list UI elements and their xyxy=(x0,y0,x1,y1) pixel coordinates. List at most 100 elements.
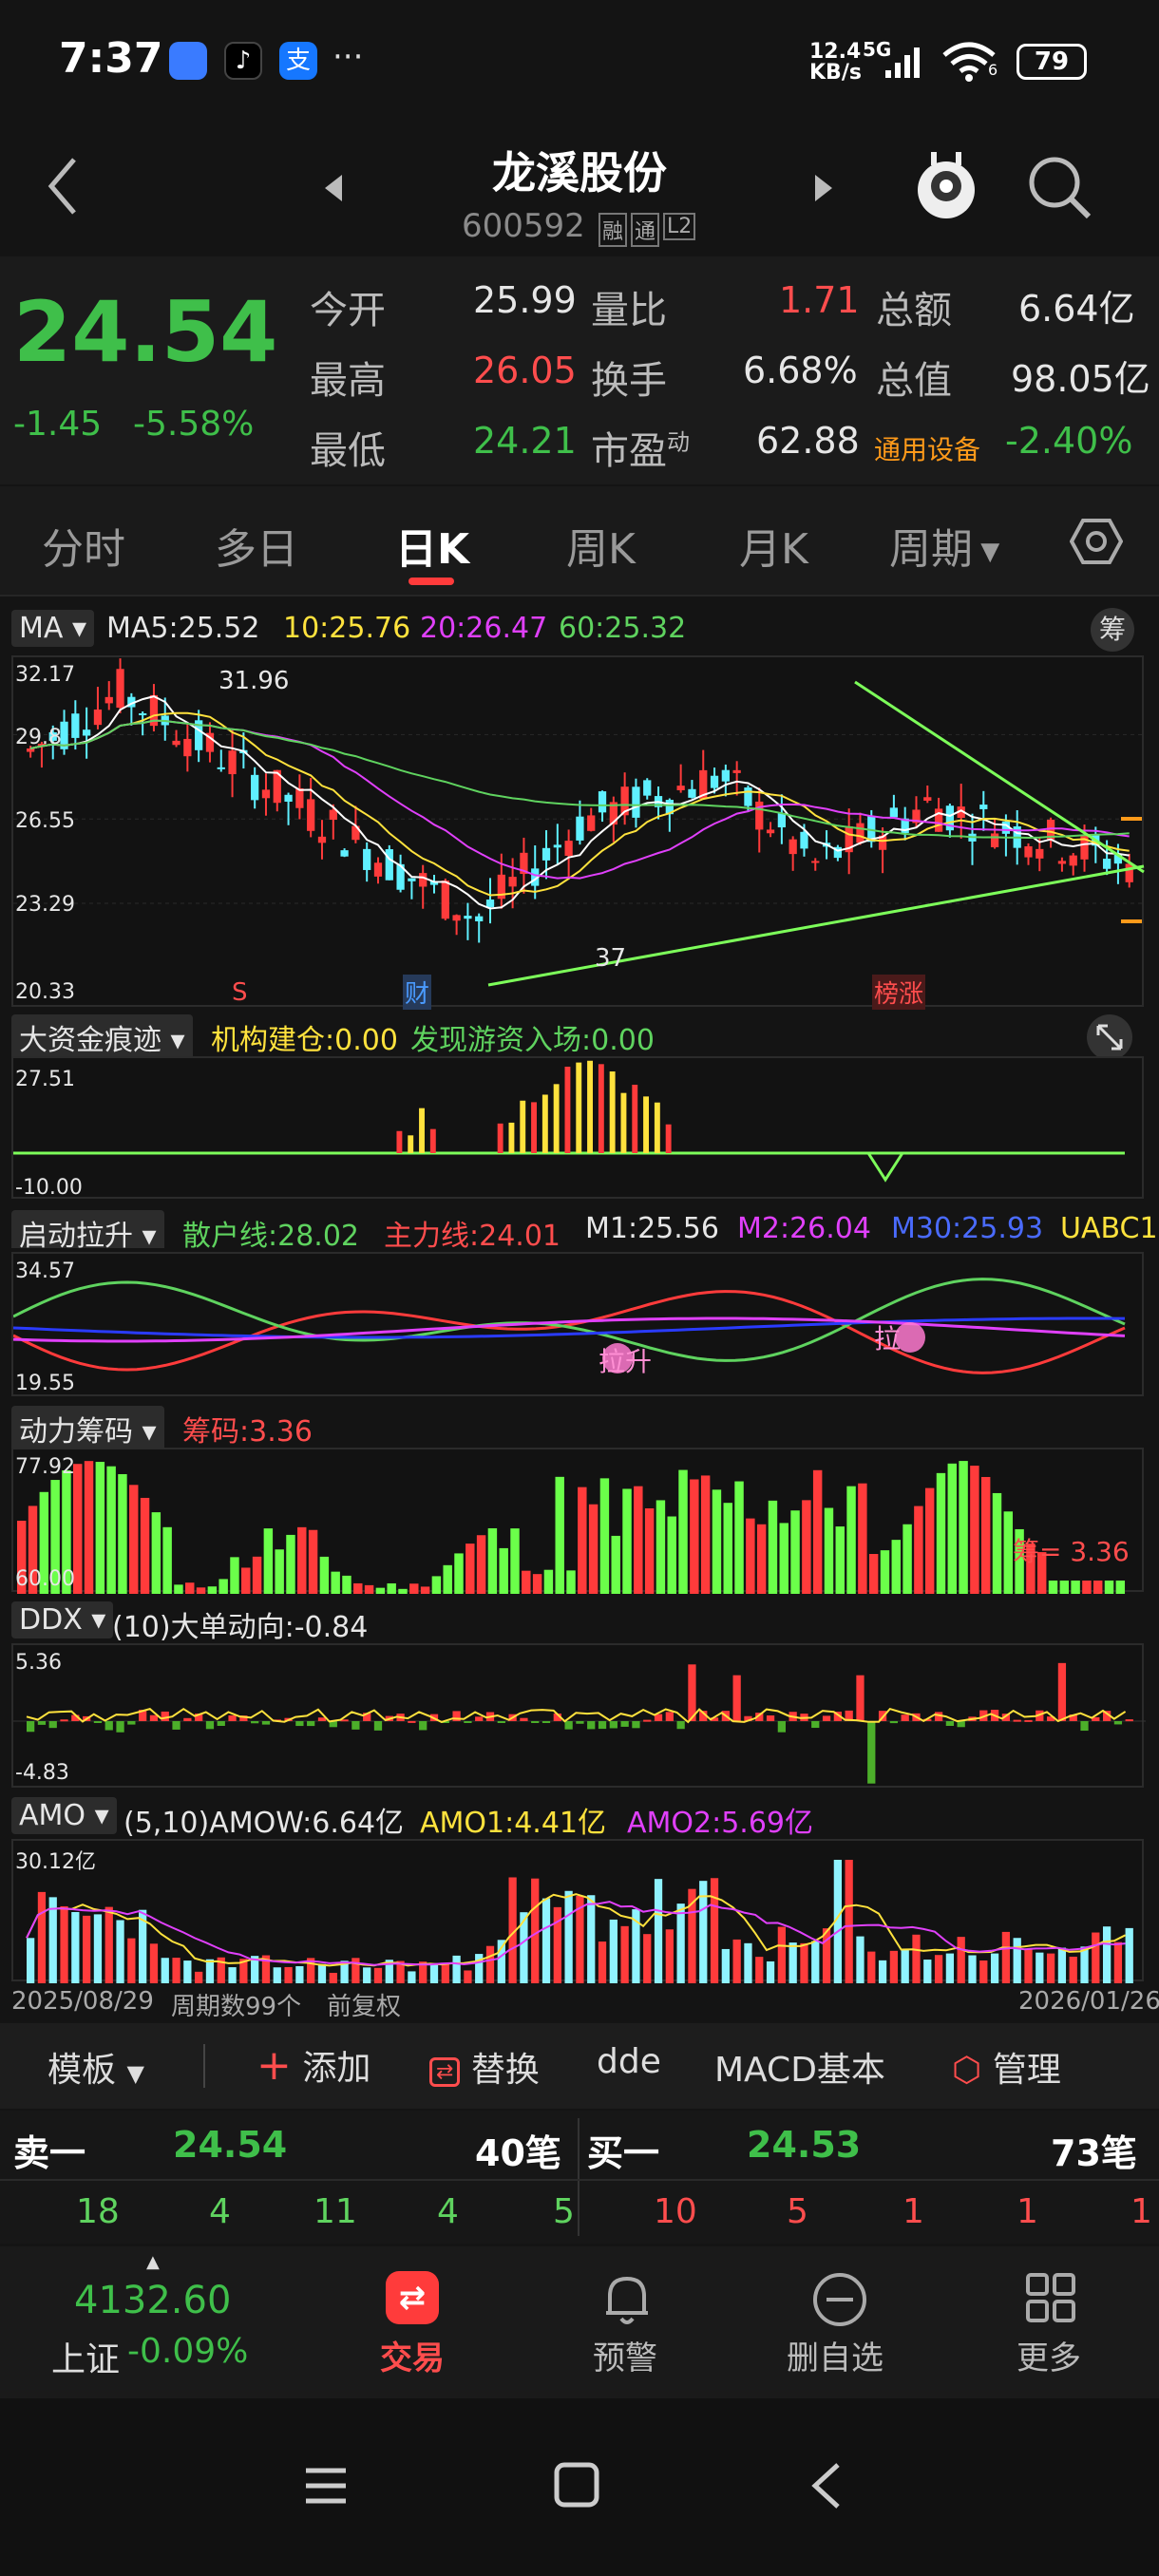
macd-button[interactable]: MACD基本 xyxy=(714,2042,885,2092)
replace-indicator-button[interactable]: ⇄ 替换 xyxy=(429,2042,540,2092)
ddx-bar xyxy=(766,1715,775,1721)
amo-indicator-select[interactable]: AMO ▾ xyxy=(11,1797,117,1834)
ddx-bar xyxy=(419,1721,428,1731)
amo-bar xyxy=(878,1960,887,1983)
chips-indicator-select[interactable]: 动力筹码 ▾ xyxy=(11,1406,164,1451)
more-label[interactable]: 更多 xyxy=(1016,2332,1081,2378)
index-change[interactable]: -0.09% xyxy=(127,2332,248,2371)
chip-bar xyxy=(297,1526,307,1594)
marker-financial[interactable]: 财 xyxy=(403,975,432,1010)
home-icon[interactable] xyxy=(553,2461,600,2509)
ddx-bar xyxy=(295,1721,304,1727)
amo-bar xyxy=(429,1964,439,1983)
tab-daily-k[interactable]: 日K xyxy=(395,515,469,576)
funds-bar xyxy=(598,1064,604,1153)
tab-monthly-k[interactable]: 月K xyxy=(739,515,808,576)
chip-distribution-button[interactable]: 筹 xyxy=(1091,608,1134,652)
chip-bar xyxy=(768,1500,778,1594)
funds-svg xyxy=(13,1060,1125,1183)
chip-bar xyxy=(644,1507,655,1594)
uabc-value: UABC1 xyxy=(1060,1212,1158,1245)
indicator-toolbar: 模板 ▼ + 添加 ⇄ 替换 dde MACD基本 ⬡ 管理 xyxy=(0,2023,1159,2109)
candle-body xyxy=(295,787,304,808)
alert-bell-icon[interactable] xyxy=(600,2271,654,2328)
assistant-bot-icon[interactable] xyxy=(910,148,982,224)
chip-bar xyxy=(868,1554,879,1594)
amo-bar xyxy=(811,1941,820,1983)
chip-bar xyxy=(218,1579,228,1594)
candle-body xyxy=(632,786,640,818)
amo-bar xyxy=(1013,1938,1021,1983)
search-icon[interactable] xyxy=(1026,154,1092,220)
candle-body xyxy=(766,829,775,834)
dde-button[interactable]: dde xyxy=(597,2042,661,2081)
launch-chart[interactable]: 34.57 19.55 拉升 拉 xyxy=(11,1252,1144,1396)
amo-chart[interactable]: 30.12亿 xyxy=(11,1839,1144,1983)
order-book: 卖一 24.54 40笔 买一 24.53 73笔 18 4 11 4 5 10… xyxy=(0,2111,1159,2244)
chip-bar xyxy=(812,1469,823,1594)
replace-icon: ⇄ xyxy=(429,2056,461,2087)
candle-body xyxy=(464,916,472,919)
tab-period[interactable]: 周期 ▼ xyxy=(889,515,999,576)
ddx-bar xyxy=(889,1721,899,1724)
amo-bar xyxy=(542,1898,551,1983)
candle-body xyxy=(251,774,259,801)
amo-bar xyxy=(531,1878,540,1983)
amo-bar xyxy=(889,1950,899,1983)
alert-label[interactable]: 预警 xyxy=(593,2332,657,2378)
ddx-line xyxy=(26,1707,1127,1724)
ma-indicator-select[interactable]: MA ▾ xyxy=(11,610,95,647)
kline-ylabel-3: 26.55 xyxy=(15,809,75,833)
adjust-mode[interactable]: 前复权 xyxy=(327,1987,401,2022)
funds-bar xyxy=(419,1108,425,1153)
amo-bar xyxy=(867,1951,876,1983)
kline-chart[interactable]: 32.17 29.8 26.55 23.29 20.33 31.96 37 S … xyxy=(11,655,1146,1010)
ddx-bar xyxy=(576,1721,584,1724)
chip-bar xyxy=(454,1553,464,1594)
candle-body xyxy=(688,788,696,798)
chip-bar xyxy=(398,1588,408,1594)
index-name[interactable]: 上证 xyxy=(51,2332,120,2381)
fullscreen-icon[interactable] xyxy=(1085,1013,1134,1062)
marker-ranking[interactable]: 榜涨 xyxy=(872,975,926,1010)
funds-bar xyxy=(643,1096,650,1153)
index-expand-icon[interactable]: ▲ xyxy=(146,2252,160,2272)
sector-name[interactable]: 通用设备 xyxy=(874,429,980,467)
index-value[interactable]: 4132.60 xyxy=(74,2279,231,2322)
next-stock-icon[interactable] xyxy=(813,173,834,203)
add-indicator-button[interactable]: + 添加 xyxy=(256,2040,370,2090)
marker-s[interactable]: S xyxy=(232,978,248,1007)
amo-bar xyxy=(1057,1947,1067,1983)
tab-intraday[interactable]: 分时 xyxy=(42,515,125,576)
ma60-value: 60:25.32 xyxy=(559,612,687,645)
ddx-chart[interactable]: 5.36 -4.83 xyxy=(11,1643,1146,1788)
candle-body xyxy=(139,712,147,715)
recent-apps-icon[interactable] xyxy=(302,2463,350,2509)
chart-settings-icon[interactable] xyxy=(1070,515,1123,568)
back-nav-icon[interactable] xyxy=(808,2459,846,2512)
ddx-bar xyxy=(475,1716,484,1721)
funds-bar xyxy=(665,1124,672,1153)
badge-l2: L2 xyxy=(663,213,696,240)
ddx-bar xyxy=(957,1721,965,1728)
funds-chart[interactable]: 27.51 -10.00 xyxy=(11,1056,1144,1200)
trade-icon[interactable]: ⇄ xyxy=(386,2271,439,2324)
trade-label[interactable]: 交易 xyxy=(380,2332,445,2378)
manage-indicators-button[interactable]: ⬡ 管理 xyxy=(952,2042,1061,2092)
tab-weekly-k[interactable]: 周K xyxy=(566,515,636,576)
tab-multiday[interactable]: 多日 xyxy=(215,515,298,576)
ddx-bar xyxy=(856,1675,864,1721)
amow-value: (5,10)AMOW:6.64亿 xyxy=(124,1807,405,1840)
chip-bar xyxy=(499,1547,508,1594)
chips-chart[interactable]: 77.92 60.00 筹= 3.36 xyxy=(11,1448,1144,1594)
more-grid-icon[interactable] xyxy=(1024,2271,1077,2324)
template-button[interactable]: 模板 ▼ xyxy=(48,2042,144,2092)
ddx-bar xyxy=(93,1721,103,1723)
amo-bar xyxy=(1046,1953,1055,1983)
remove-watchlist-icon[interactable] xyxy=(811,2271,868,2328)
funds-indicator-select[interactable]: 大资金痕迹 ▾ xyxy=(11,1014,193,1060)
remove-watchlist-label[interactable]: 删自选 xyxy=(787,2332,884,2378)
ddx-indicator-select[interactable]: DDX ▾ xyxy=(11,1601,114,1638)
launch-indicator-select[interactable]: 启动拉升 ▾ xyxy=(11,1210,164,1248)
sell1-price: 24.54 xyxy=(173,2124,288,2166)
